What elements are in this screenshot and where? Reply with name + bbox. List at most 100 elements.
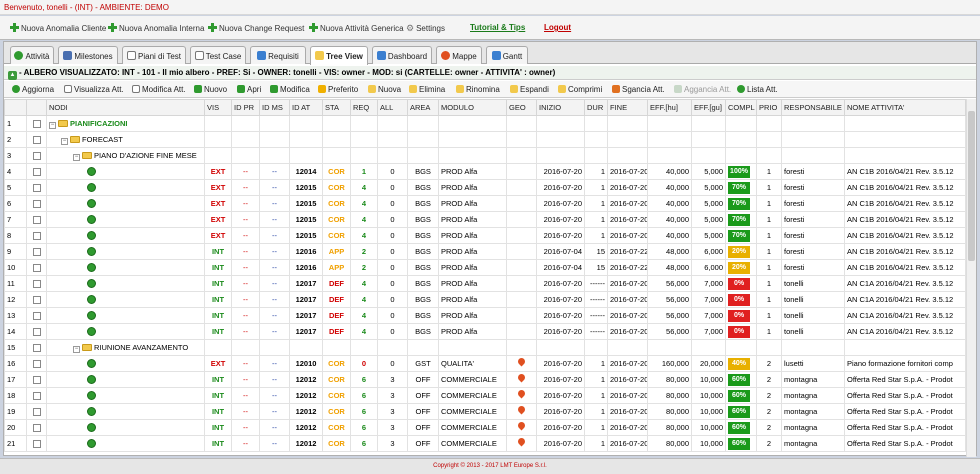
tree-node-cell[interactable] <box>46 371 205 388</box>
delete-folder-button[interactable]: Elimina <box>409 85 445 94</box>
checkbox[interactable] <box>32 264 41 272</box>
tab-attivita[interactable]: Attività <box>10 46 54 64</box>
row-select-checkbox[interactable] <box>26 243 47 260</box>
id-at-cell[interactable]: 12015 <box>289 179 323 196</box>
tree-node-cell[interactable] <box>46 435 205 452</box>
tree-node-cell[interactable] <box>46 195 205 212</box>
tree-node-cell[interactable] <box>46 243 205 260</box>
checkbox[interactable] <box>32 248 41 256</box>
collapse-toggle-icon[interactable]: − <box>49 121 56 129</box>
tree-node-cell[interactable]: − FORECAST <box>46 131 205 148</box>
folder-row[interactable]: 1 − PIANIFICAZIONI <box>4 115 966 132</box>
table-row[interactable]: 7 EXT -- -- 12015 COR 4 0 BGS PROD Alfa 2016-07-20… <box>4 211 966 228</box>
column-header-req[interactable]: REQ <box>350 99 378 116</box>
checkbox[interactable] <box>32 312 41 320</box>
tree-node-cell[interactable] <box>46 403 205 420</box>
tree-node-cell[interactable]: − PIANO D'AZIONE FINE MESE <box>46 147 205 164</box>
settings-button[interactable]: ⚙ Settings <box>406 23 445 34</box>
tree-node-cell[interactable] <box>46 227 205 244</box>
refresh-button[interactable]: Aggiorna <box>12 85 54 94</box>
table-row[interactable]: 21 INT -- -- 12012 COR 6 3 OFF COMMERCIALE 2016-07… <box>4 435 966 452</box>
expand-button[interactable]: Espandi <box>510 85 549 94</box>
row-select-checkbox[interactable] <box>26 195 47 212</box>
checkbox[interactable] <box>32 296 41 304</box>
map-pin-icon[interactable] <box>518 358 525 367</box>
column-header-id-pr[interactable]: ID PR <box>231 99 260 116</box>
table-row[interactable]: 8 EXT -- -- 12015 COR 4 0 BGS PROD Alfa 2016-07-20… <box>4 227 966 244</box>
map-pin-icon[interactable] <box>518 438 525 447</box>
id-at-cell[interactable]: 12012 <box>289 435 323 452</box>
column-header-geo[interactable]: GEO <box>506 99 537 116</box>
id-at-cell[interactable]: 12017 <box>289 291 323 308</box>
checkbox[interactable] <box>32 376 41 384</box>
link-activity-button[interactable]: Aggancia Att. <box>674 85 731 94</box>
row-select-checkbox[interactable] <box>26 179 47 196</box>
row-select-checkbox[interactable] <box>26 115 47 132</box>
column-header-inizio[interactable]: INIZIO <box>536 99 585 116</box>
tree-node-cell[interactable] <box>46 387 205 404</box>
tab-mappe[interactable]: Mappe <box>436 46 482 64</box>
row-select-checkbox[interactable] <box>26 371 47 388</box>
tree-node-cell[interactable] <box>46 163 205 180</box>
checkbox[interactable] <box>32 392 41 400</box>
row-select-checkbox[interactable] <box>26 307 47 324</box>
geo-cell[interactable] <box>506 403 537 420</box>
id-at-cell[interactable]: 12012 <box>289 403 323 420</box>
activity-list-button[interactable]: Lista Att. <box>737 85 778 94</box>
row-select-checkbox[interactable] <box>26 131 47 148</box>
id-at-cell[interactable]: 12010 <box>289 355 323 372</box>
tab-gantt[interactable]: Gantt <box>486 46 528 64</box>
table-row[interactable]: 12 INT -- -- 12017 DEF 4 0 BGS PROD Alfa 2016-07-2… <box>4 291 966 308</box>
tab-dashboard[interactable]: Dashboard <box>372 46 432 64</box>
column-header-id-ms[interactable]: ID MS <box>259 99 290 116</box>
checkbox[interactable] <box>32 424 41 432</box>
table-row[interactable]: 10 INT -- -- 12016 APP 2 0 BGS PROD Alfa 2016-07-0… <box>4 259 966 276</box>
column-header-eff-gu[interactable]: EFF.[gu] <box>691 99 726 116</box>
tab-requisiti[interactable]: Requisiti <box>250 46 306 64</box>
checkbox[interactable] <box>32 360 41 368</box>
tree-node-cell[interactable] <box>46 307 205 324</box>
table-row[interactable]: 16 EXT -- -- 12010 COR 0 0 GST QUALITA' 2016-07-20… <box>4 355 966 372</box>
tree-node-cell[interactable] <box>46 419 205 436</box>
column-header-dur[interactable]: DUR <box>584 99 608 116</box>
row-select-checkbox[interactable] <box>26 147 47 164</box>
id-at-cell[interactable]: 12012 <box>289 387 323 404</box>
column-header-fine[interactable]: FINE <box>607 99 648 116</box>
new-generic-activity-button[interactable]: Nuova Attività Generica <box>309 23 404 33</box>
checkbox[interactable] <box>32 136 41 144</box>
open-button[interactable]: Apri <box>237 85 261 94</box>
geo-cell[interactable] <box>506 419 537 436</box>
map-pin-icon[interactable] <box>518 406 525 415</box>
column-header-nome-attivita[interactable]: NOME ATTIVITA' <box>844 99 966 116</box>
row-select-checkbox[interactable] <box>26 291 47 308</box>
tree-node-cell[interactable] <box>46 355 205 372</box>
checkbox[interactable] <box>32 184 41 192</box>
table-row[interactable]: 14 INT -- -- 12017 DEF 4 0 BGS PROD Alfa 2016-07-2… <box>4 323 966 340</box>
tree-node-cell[interactable] <box>46 259 205 276</box>
id-at-cell[interactable]: 12015 <box>289 195 323 212</box>
favorite-button[interactable]: Preferito <box>318 85 358 94</box>
table-row[interactable]: 17 INT -- -- 12012 COR 6 3 OFF COMMERCIALE 2016-07… <box>4 371 966 388</box>
column-header-responsabile[interactable]: RESPONSABILE <box>781 99 845 116</box>
column-header-id-at[interactable]: ID AT <box>289 99 323 116</box>
id-at-cell[interactable]: 12016 <box>289 243 323 260</box>
id-at-cell[interactable]: 12017 <box>289 275 323 292</box>
checkbox[interactable] <box>32 120 41 128</box>
table-row[interactable]: 5 EXT -- -- 12015 COR 4 0 BGS PROD Alfa 2016-07-20… <box>4 179 966 196</box>
collapse-toggle-icon[interactable]: − <box>61 137 68 145</box>
row-select-checkbox[interactable] <box>26 387 47 404</box>
row-select-checkbox[interactable] <box>26 419 47 436</box>
table-row[interactable]: 19 INT -- -- 12012 COR 6 3 OFF COMMERCIALE 2016-07… <box>4 403 966 420</box>
new-customer-anomaly-button[interactable]: Nuova Anomalia Cliente <box>10 23 106 33</box>
column-header-sta[interactable]: STA <box>322 99 351 116</box>
row-select-checkbox[interactable] <box>26 275 47 292</box>
edit-activity-button[interactable]: Modifica Att. <box>132 85 186 94</box>
checkbox[interactable] <box>32 200 41 208</box>
checkbox[interactable] <box>32 280 41 288</box>
new-folder-button[interactable]: Nuova <box>368 85 401 94</box>
view-activity-button[interactable]: Visualizza Att. <box>64 85 124 94</box>
folder-row[interactable]: 2 − FORECAST <box>4 131 966 148</box>
tutorial-link[interactable]: Tutorial & Tips <box>470 23 525 32</box>
table-row[interactable]: 13 INT -- -- 12017 DEF 4 0 BGS PROD Alfa 2016-07-2… <box>4 307 966 324</box>
row-select-checkbox[interactable] <box>26 163 47 180</box>
